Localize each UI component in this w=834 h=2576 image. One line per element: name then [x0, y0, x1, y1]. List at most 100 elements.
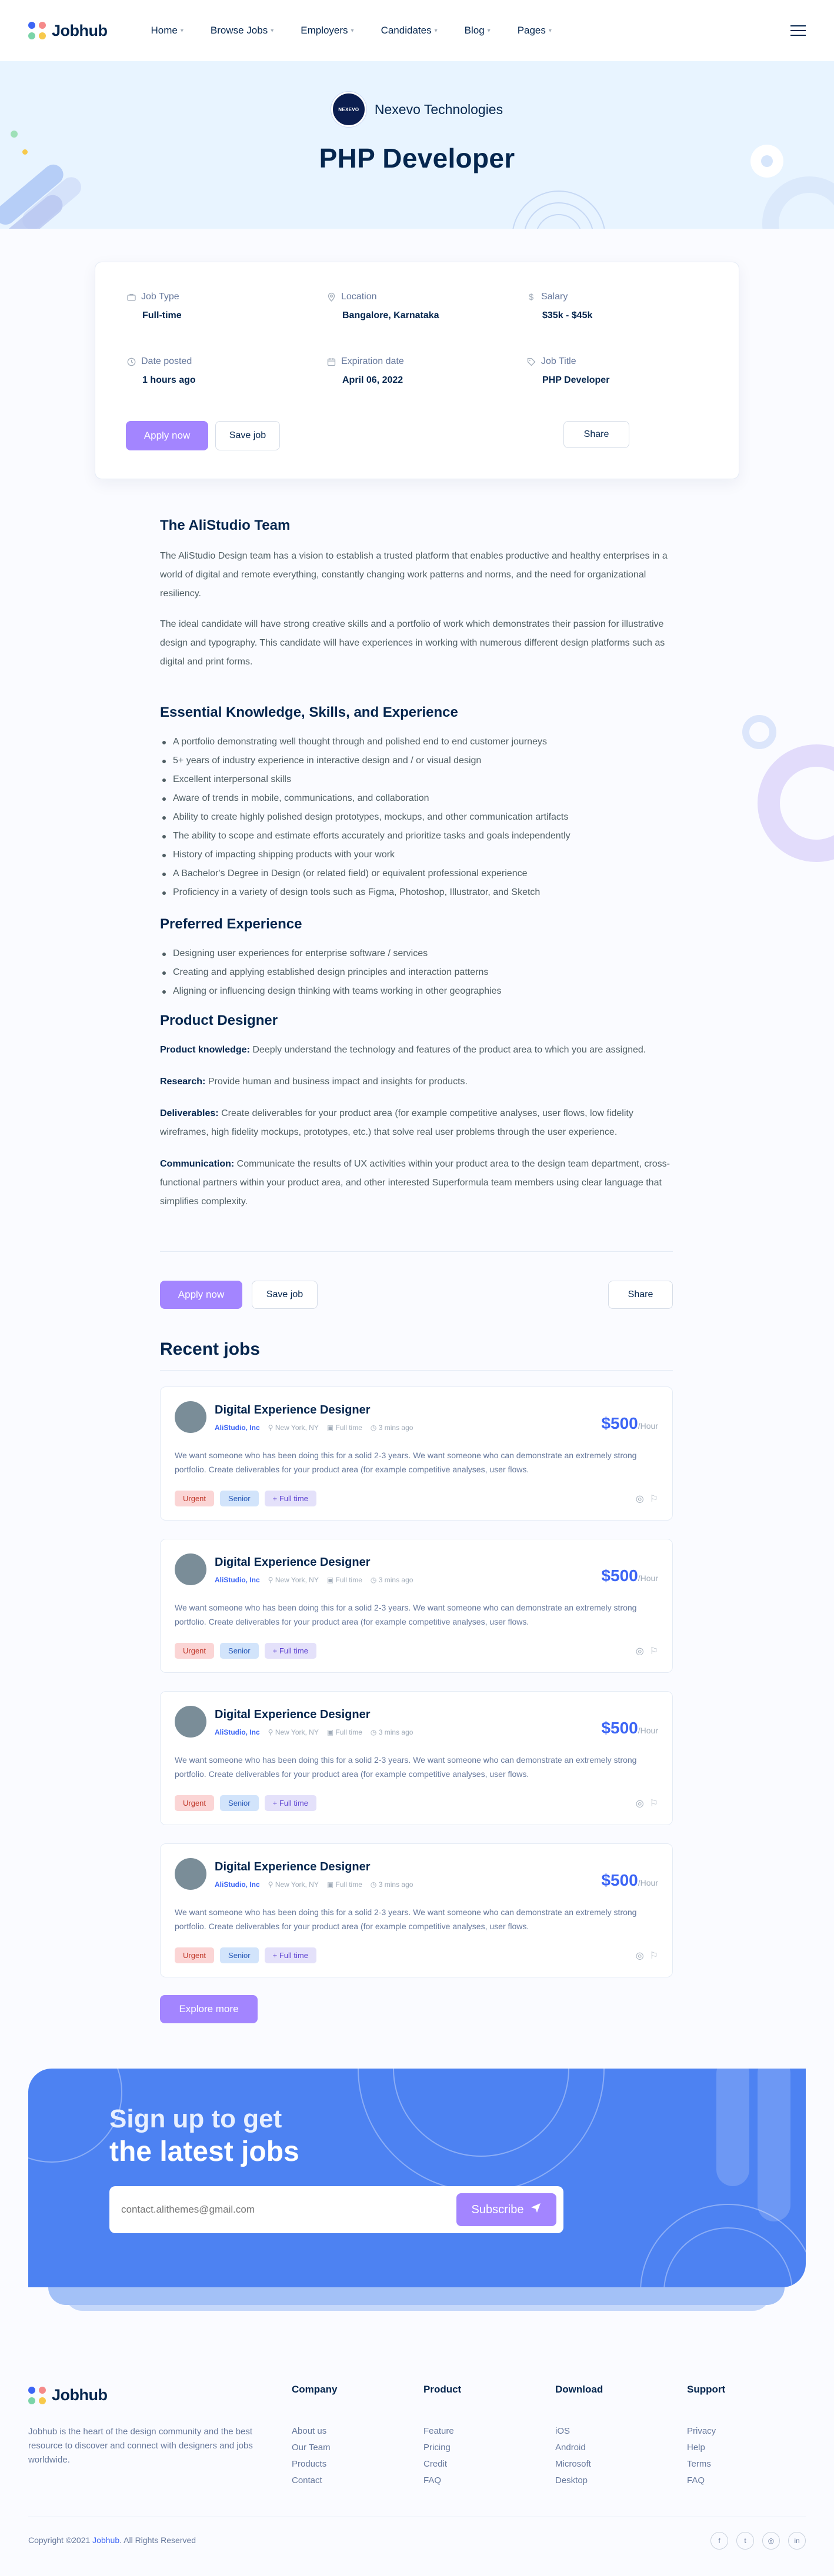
bookmark-icon[interactable]: ⚐	[650, 1493, 658, 1505]
job-card-location: ⚲ New York, NY	[268, 1424, 319, 1432]
explore-more-button[interactable]: Explore more	[160, 1995, 258, 2023]
job-card-title[interactable]: Digital Experience Designer	[215, 1860, 371, 1874]
chevron-down-icon: ▾	[351, 27, 354, 34]
job-card-actions: ◎ ⚐	[636, 1797, 658, 1809]
site-header: Jobhub Home ▾ Browse Jobs ▾ Employers ▾ Can…	[0, 0, 834, 61]
footer-logo[interactable]: Jobhub	[28, 2386, 108, 2404]
tag-full-time[interactable]: + Full time	[264, 1491, 316, 1506]
tag-full-time[interactable]: + Full time	[264, 1947, 316, 1963]
job-overview-card: Job Type Full-time Location Bangalore, K…	[95, 262, 739, 479]
job-card-company[interactable]: AliStudio, Inc	[215, 1424, 260, 1432]
footer-link[interactable]: Credit	[423, 2459, 461, 2469]
verified-icon[interactable]: ◎	[636, 1797, 644, 1809]
verified-icon[interactable]: ◎	[636, 1493, 644, 1505]
decorative-ring	[742, 715, 776, 749]
facebook-icon[interactable]: f	[710, 2532, 728, 2550]
footer-link[interactable]: iOS	[555, 2426, 603, 2436]
location-text: New York, NY	[275, 1880, 319, 1889]
meta-label: Job Type	[141, 292, 179, 302]
nav-item-pages[interactable]: Pages ▾	[518, 25, 552, 36]
company-logo[interactable]: NEXEVO	[331, 92, 366, 127]
tag-urgent[interactable]: Urgent	[175, 1643, 215, 1659]
job-card-title[interactable]: Digital Experience Designer	[215, 1404, 371, 1417]
brand-logo[interactable]: Jobhub	[28, 22, 108, 40]
apply-now-button[interactable]: Apply now	[126, 421, 208, 450]
clock-icon: ◷	[370, 1880, 377, 1889]
list-item: Excellent interpersonal skills	[160, 770, 673, 789]
footer-link[interactable]: Desktop	[555, 2475, 603, 2485]
tag-urgent[interactable]: Urgent	[175, 1947, 215, 1963]
footer-link[interactable]: Contact	[292, 2475, 337, 2485]
nav-label: Pages	[517, 25, 546, 36]
share-button[interactable]: Share	[563, 421, 629, 448]
footer-link[interactable]: Our Team	[292, 2443, 337, 2453]
newsletter-title-line: Sign up to get	[109, 2104, 282, 2133]
job-card[interactable]: Digital Experience Designer AliStudio, I…	[160, 1386, 673, 1521]
price-value: $500	[601, 1871, 638, 1889]
job-card-posted: ◷ 3 mins ago	[371, 1728, 413, 1736]
nav-label: Candidates	[381, 25, 432, 36]
job-card-company[interactable]: AliStudio, Inc	[215, 1880, 260, 1889]
job-card[interactable]: Digital Experience Designer AliStudio, I…	[160, 1691, 673, 1825]
footer-link[interactable]: Android	[555, 2443, 603, 2453]
footer-link[interactable]: Microsoft	[555, 2459, 603, 2469]
subscribe-button[interactable]: Subscribe	[456, 2193, 556, 2226]
job-card[interactable]: Digital Experience Designer AliStudio, I…	[160, 1843, 673, 1977]
meta-label: Location	[341, 292, 377, 302]
footer-link[interactable]: Feature	[423, 2426, 461, 2436]
footer-link[interactable]: Products	[292, 2459, 337, 2469]
nav-item-browse-jobs[interactable]: Browse Jobs ▾	[211, 25, 273, 36]
twitter-icon[interactable]: t	[736, 2532, 754, 2550]
verified-icon[interactable]: ◎	[636, 1950, 644, 1962]
job-card-company[interactable]: AliStudio, Inc	[215, 1576, 260, 1584]
nav-item-employers[interactable]: Employers ▾	[301, 25, 353, 36]
bookmark-icon[interactable]: ⚐	[650, 1797, 658, 1809]
tag-senior[interactable]: Senior	[220, 1491, 259, 1506]
tag-urgent[interactable]: Urgent	[175, 1491, 215, 1506]
job-card-title[interactable]: Digital Experience Designer	[215, 1708, 371, 1722]
save-job-button[interactable]: Save job	[215, 421, 280, 450]
save-job-button[interactable]: Save job	[252, 1281, 318, 1309]
bookmark-icon[interactable]: ⚐	[650, 1645, 658, 1657]
linkedin-icon[interactable]: in	[788, 2532, 806, 2550]
job-card-tags: Urgent Senior + Full time	[175, 1947, 316, 1963]
footer-link[interactable]: Help	[687, 2443, 725, 2453]
instagram-icon[interactable]: ◎	[762, 2532, 780, 2550]
tag-senior[interactable]: Senior	[220, 1643, 259, 1659]
footer-link[interactable]: Terms	[687, 2459, 725, 2469]
job-card-posted: ◷ 3 mins ago	[371, 1576, 413, 1584]
company-name[interactable]: Nexevo Technologies	[375, 102, 503, 118]
job-card-actions: ◎ ⚐	[636, 1493, 658, 1505]
verified-icon[interactable]: ◎	[636, 1645, 644, 1657]
job-card[interactable]: Digital Experience Designer AliStudio, I…	[160, 1539, 673, 1673]
decorative-bar	[716, 2069, 749, 2186]
meta-label: Date posted	[141, 356, 192, 366]
footer-link[interactable]: About us	[292, 2426, 337, 2436]
copyright-suffix: . All Rights Reserved	[119, 2535, 196, 2545]
chevron-down-icon: ▾	[434, 27, 438, 34]
clock-icon: ◷	[370, 1576, 377, 1584]
tag-urgent[interactable]: Urgent	[175, 1795, 215, 1811]
designer-item: Product knowledge: Deeply understand the…	[160, 1041, 673, 1060]
email-field[interactable]	[121, 2197, 451, 2223]
tag-senior[interactable]: Senior	[220, 1947, 259, 1963]
nav-item-blog[interactable]: Blog ▾	[465, 25, 491, 36]
company-avatar	[175, 1706, 206, 1738]
footer-link[interactable]: FAQ	[687, 2475, 725, 2485]
tag-senior[interactable]: Senior	[220, 1795, 259, 1811]
apply-now-button[interactable]: Apply now	[160, 1281, 242, 1309]
job-card-title[interactable]: Digital Experience Designer	[215, 1556, 371, 1569]
menu-icon[interactable]	[790, 25, 806, 36]
share-button[interactable]: Share	[608, 1281, 673, 1309]
job-card-company[interactable]: AliStudio, Inc	[215, 1728, 260, 1736]
tag-full-time[interactable]: + Full time	[264, 1643, 316, 1659]
main-nav: Home ▾ Browse Jobs ▾ Employers ▾ Candidates…	[151, 25, 551, 36]
footer-link[interactable]: Pricing	[423, 2443, 461, 2453]
tag-full-time[interactable]: + Full time	[264, 1795, 316, 1811]
bookmark-icon[interactable]: ⚐	[650, 1950, 658, 1962]
footer-link[interactable]: Privacy	[687, 2426, 725, 2436]
nav-item-home[interactable]: Home ▾	[151, 25, 183, 36]
nav-item-candidates[interactable]: Candidates ▾	[381, 25, 438, 36]
copyright-brand-link[interactable]: Jobhub	[92, 2535, 119, 2545]
footer-link[interactable]: FAQ	[423, 2475, 461, 2485]
